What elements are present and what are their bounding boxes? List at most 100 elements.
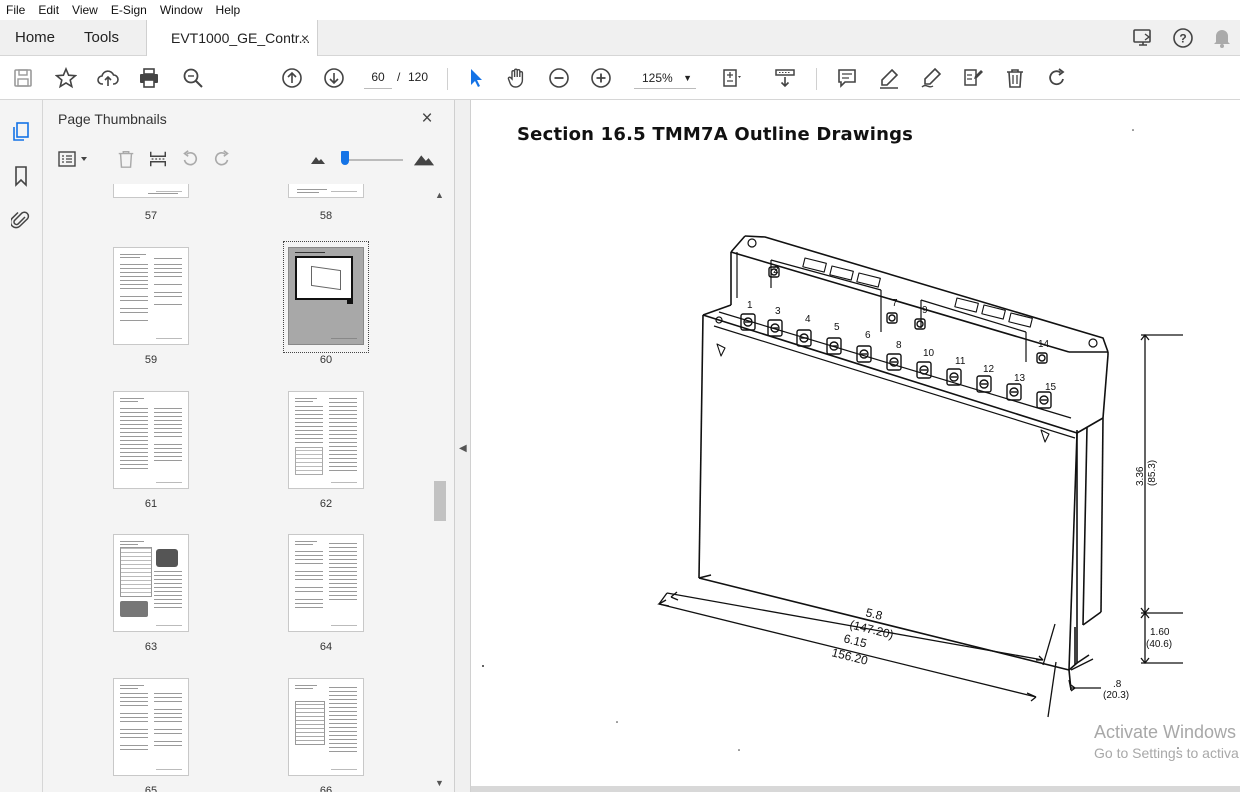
document-tab-label: EVT1000_GE_Contr... [171, 30, 311, 46]
thumbnail-size-slider[interactable] [341, 159, 403, 161]
page-thumbnail[interactable] [113, 534, 189, 632]
page-thumbnail[interactable] [288, 184, 364, 198]
small-mountain-icon [307, 148, 329, 170]
collapse-panel-icon[interactable]: ◀ [459, 443, 467, 454]
menu-view[interactable]: View [72, 3, 98, 17]
search-icon[interactable] [181, 66, 205, 90]
hand-icon[interactable] [505, 66, 529, 90]
zoom-dropdown[interactable]: 125% ▼ [634, 67, 696, 89]
tab-tools[interactable]: Tools [84, 20, 119, 56]
terminal-label: 8 [896, 340, 902, 351]
stamp-icon[interactable] [961, 66, 985, 90]
activate-windows-hint: Go to Settings to activa [1094, 745, 1239, 761]
total-pages: 120 [408, 70, 429, 84]
dimension-base-mm: (40.6) [1146, 639, 1172, 650]
page-thumbnail[interactable] [113, 391, 189, 489]
page-thumbnails-icon[interactable] [9, 120, 33, 144]
rotate-left-icon[interactable] [179, 148, 201, 170]
dimension-flange-mm: (20.3) [1103, 690, 1129, 701]
zoom-out-icon[interactable] [547, 66, 571, 90]
toolbar-divider [816, 68, 817, 90]
page-number-label: 62 [319, 498, 333, 510]
terminal-label: 15 [1045, 382, 1057, 393]
scroll-up-icon[interactable]: ▲ [435, 190, 444, 200]
dimension-base: 1.60 [1150, 627, 1170, 638]
activate-windows-watermark: Activate Windows [1094, 722, 1237, 742]
menu-bar: File Edit View E-Sign Window Help [0, 0, 1240, 20]
menu-help[interactable]: Help [216, 3, 241, 17]
cloud-upload-icon[interactable] [96, 66, 120, 90]
bookmark-icon[interactable] [9, 164, 33, 188]
menu-file[interactable]: File [6, 3, 25, 17]
terminal-label: 11 [955, 356, 966, 367]
scroll-down-icon[interactable]: ▼ [435, 778, 444, 788]
left-navigation-rail [0, 100, 43, 792]
terminal-label: 14 [1038, 339, 1050, 350]
page-thumbnail[interactable] [288, 678, 364, 776]
rotate-right-icon[interactable] [211, 148, 233, 170]
page-thumbnail[interactable] [288, 534, 364, 632]
delete-page-icon[interactable] [115, 148, 137, 170]
document-view[interactable]: Section 16.5 TMM7A Outline Drawings 1 2 … [471, 100, 1240, 792]
terminal-label: 6 [865, 330, 871, 341]
highlight-icon[interactable] [877, 66, 901, 90]
page-number-label: 57 [144, 210, 158, 222]
large-mountain-icon [413, 148, 435, 170]
thumbnail-drawing [295, 256, 353, 300]
share-screen-icon[interactable] [1131, 27, 1155, 54]
acrobat-window: File Edit View E-Sign Window Help Home T… [0, 0, 1240, 792]
page-thumbnails-panel: Page Thumbnails × 57 58 59 60 61 62 63 6… [43, 100, 455, 792]
horizontal-scrollbar[interactable] [471, 786, 1240, 792]
thumbnail-tools [43, 144, 455, 176]
save-icon[interactable] [11, 66, 35, 90]
page-number-label: 64 [319, 641, 333, 653]
delete-icon[interactable] [1003, 66, 1027, 90]
scrollbar-thumb[interactable] [434, 481, 446, 521]
zoom-in-icon[interactable] [589, 66, 613, 90]
terminal-label: 1 [747, 300, 753, 311]
page-number-label: 66 [319, 785, 333, 792]
page-up-icon[interactable] [280, 66, 304, 90]
page-thumbnail[interactable] [113, 184, 189, 198]
print-icon[interactable] [137, 66, 161, 90]
menu-window[interactable]: Window [160, 3, 203, 17]
terminal-label: 2 [773, 265, 779, 276]
fit-page-icon[interactable] [720, 66, 744, 90]
dimension-flange: .8 [1113, 679, 1122, 690]
attachment-icon[interactable] [9, 208, 33, 232]
terminal-label: 7 [892, 298, 898, 309]
terminal-label: 4 [805, 314, 811, 325]
page-down-icon[interactable] [322, 66, 346, 90]
panel-splitter[interactable]: ◀ [455, 100, 471, 792]
dimension-height: 3.36 [1135, 466, 1146, 486]
menu-edit[interactable]: Edit [38, 3, 59, 17]
comment-icon[interactable] [835, 66, 859, 90]
page-number-label: 65 [144, 785, 158, 792]
page-thumbnail[interactable] [113, 678, 189, 776]
panel-title: Page Thumbnails [58, 111, 167, 127]
thumbnail-scrollbar[interactable]: ▲ ▼ [432, 186, 448, 792]
notification-bell-icon[interactable] [1212, 27, 1232, 54]
menu-esign[interactable]: E-Sign [111, 3, 147, 17]
tab-close-icon[interactable]: × [301, 20, 309, 56]
page-number-label: 63 [144, 641, 158, 653]
tab-home[interactable]: Home [15, 20, 55, 56]
insert-page-icon[interactable] [147, 148, 169, 170]
page-thumbnail-selected[interactable] [288, 247, 364, 345]
main-toolbar: 60 / 120 125% ▼ [0, 56, 1240, 100]
slider-handle[interactable] [341, 151, 349, 165]
page-number-input[interactable]: 60 [364, 65, 392, 89]
help-icon[interactable]: ? [1172, 27, 1194, 54]
thumbnail-options-icon[interactable] [57, 148, 91, 170]
star-icon[interactable] [54, 66, 78, 90]
thumbnail-list: 57 58 59 60 61 62 63 64 65 66 [43, 184, 455, 792]
tab-document[interactable]: EVT1000_GE_Contr... × [146, 20, 318, 57]
draw-icon[interactable] [919, 66, 943, 90]
page-number-label: 58 [319, 210, 333, 222]
rotate-icon[interactable] [1045, 66, 1069, 90]
select-arrow-icon[interactable] [464, 66, 488, 90]
page-thumbnail[interactable] [288, 391, 364, 489]
page-thumbnail[interactable] [113, 247, 189, 345]
scroll-mode-icon[interactable] [773, 66, 797, 90]
close-panel-icon[interactable]: × [417, 108, 437, 130]
